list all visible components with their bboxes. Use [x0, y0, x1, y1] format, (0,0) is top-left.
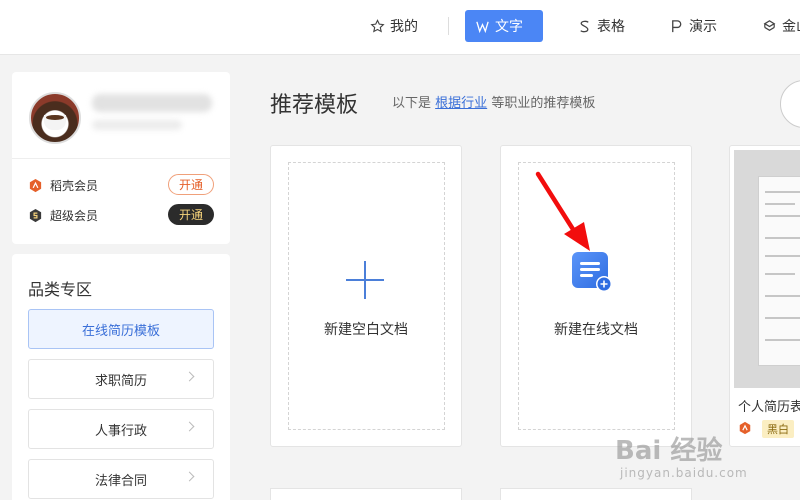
username-blurred — [92, 94, 212, 112]
vip-row-super: 超级会员 开通 — [28, 204, 214, 226]
category-item-label: 法律合同 — [94, 473, 147, 489]
word-icon — [476, 21, 489, 33]
category-item-hr-admin[interactable]: 人事行政 — [28, 409, 214, 449]
nav-slide[interactable]: 演示 — [659, 10, 727, 42]
vip-row-daoke: 稻壳会员 开通 — [28, 174, 214, 196]
nav-writer-label: 文字 — [495, 19, 523, 35]
resume-page-thumbnail — [758, 176, 800, 366]
thumb-line — [765, 255, 800, 257]
industry-link[interactable]: 根据行业 — [435, 96, 487, 111]
subtitle-suffix: 等职业的推荐模板 — [491, 96, 596, 111]
nav-writer[interactable]: 文字 — [465, 10, 543, 42]
open-daoke-button[interactable]: 开通 — [168, 174, 214, 195]
subtitle-prefix: 以下是 — [392, 96, 432, 111]
chevron-right-icon — [184, 421, 195, 432]
sheet-icon — [580, 20, 589, 32]
template-tag: 黑白 — [762, 420, 794, 438]
profile-card: 稻壳会员 开通 超级会员 开通 — [12, 72, 230, 244]
super-vip-badge-icon — [29, 208, 42, 222]
profile-divider — [12, 158, 230, 159]
category-item-label: 人事行政 — [94, 423, 147, 439]
star-icon — [370, 18, 385, 33]
slide-icon — [672, 19, 682, 32]
template-title: 个人简历表 — [738, 400, 800, 415]
vip-daoke-label: 稻壳会员 — [50, 178, 99, 193]
nav-kingsoft[interactable]: 金山 — [752, 10, 800, 42]
thumb-line — [765, 191, 800, 193]
dashed-border — [288, 162, 445, 430]
open-super-vip-button[interactable]: 开通 — [168, 204, 214, 225]
category-card: 品类专区 在线简历模板 求职简历 人事行政 法律合同 — [12, 254, 230, 500]
new-blank-doc-card[interactable]: 新建空白文档 — [270, 145, 462, 447]
category-title: 品类专区 — [28, 280, 93, 299]
section-subtitle: 以下是 根据行业 等职业的推荐模板 — [392, 92, 595, 111]
daoke-badge-icon — [29, 178, 42, 192]
template-card-partial[interactable] — [500, 488, 692, 500]
template-card-partial[interactable] — [270, 488, 462, 500]
category-item-label: 求职简历 — [94, 373, 147, 389]
vip-super-label: 超级会员 — [50, 208, 99, 223]
nav-sheet[interactable]: 表格 — [567, 10, 635, 42]
plus-icon-vertical — [364, 261, 366, 299]
chevron-right-icon — [184, 471, 195, 482]
section-title: 推荐模板 — [270, 93, 359, 118]
top-nav: 我的 文字 表格 演示 金山 — [0, 0, 800, 55]
category-item-job-resume[interactable]: 求职简历 — [28, 359, 214, 399]
thumb-line — [765, 339, 800, 341]
template-preview-card[interactable]: 个人简历表 黑白 — [729, 145, 800, 447]
new-online-doc-label: 新建在线文档 — [554, 322, 638, 338]
nav-slide-label: 演示 — [689, 19, 717, 35]
thumb-line — [765, 317, 800, 319]
thumb-line — [765, 203, 795, 205]
thumb-line — [765, 215, 800, 217]
user-info-blurred — [92, 120, 182, 130]
chevron-right-icon — [184, 371, 195, 382]
avatar[interactable] — [29, 92, 81, 144]
nav-divider — [448, 17, 449, 35]
carousel-nav-button[interactable] — [780, 80, 800, 128]
kingsoft-icon — [763, 19, 776, 31]
nav-my-label: 我的 — [390, 19, 418, 35]
annotation-arrow-icon — [535, 171, 590, 251]
coffee-surface — [46, 115, 64, 120]
baidu-watermark-url: jingyan.baidu.com — [620, 466, 748, 480]
category-item-label: 在线简历模板 — [81, 323, 160, 339]
new-blank-doc-label: 新建空白文档 — [324, 322, 408, 338]
thumb-line — [765, 237, 800, 239]
thumb-line — [765, 273, 795, 275]
nav-sheet-label: 表格 — [597, 19, 625, 35]
category-item-legal-contract[interactable]: 法律合同 — [28, 459, 214, 499]
nav-kingsoft-label: 金山 — [782, 19, 800, 35]
nav-my[interactable]: 我的 — [360, 10, 428, 42]
daoke-badge-icon — [739, 421, 751, 435]
category-item-online-resume[interactable]: 在线简历模板 — [28, 309, 214, 349]
baidu-watermark: Bai 经验 — [615, 436, 723, 466]
template-thumbnail — [734, 150, 800, 388]
thumb-line — [765, 295, 800, 297]
